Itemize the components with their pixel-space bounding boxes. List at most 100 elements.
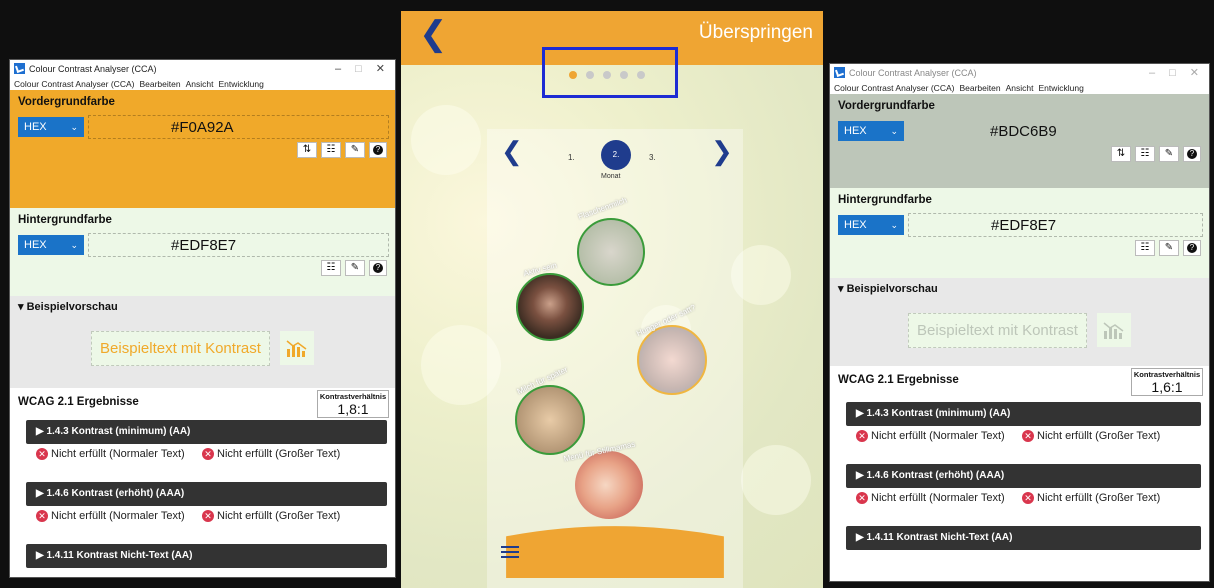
maximize-icon[interactable]: □ [1169, 67, 1176, 79]
highlight-box [542, 47, 678, 98]
section-header-143[interactable]: ▶ 1.4.3 Kontrast (minimum) (AA) [26, 420, 387, 444]
chevron-left-icon[interactable]: ❮ [419, 17, 448, 51]
step-caption: Monat [601, 173, 621, 180]
x-circle-icon: ✕ [202, 510, 214, 522]
menu-bar: Colour Contrast Analyser (CCA) Bearbeite… [830, 81, 1209, 94]
eyedropper-button[interactable]: ✎ [345, 260, 365, 276]
app-icon [14, 63, 25, 74]
topic-bubble-milk[interactable] [515, 385, 585, 455]
topic-bubble-menu[interactable] [575, 451, 643, 519]
minimize-icon[interactable]: – [1149, 67, 1155, 79]
format-select[interactable]: HEX ⌄ [18, 117, 84, 137]
help-icon: ? [1187, 149, 1197, 159]
x-circle-icon: ✕ [1022, 492, 1034, 504]
result-normal-text: ✕ Nicht erfüllt (Normaler Text) [36, 448, 202, 476]
sliders-button[interactable]: ☷ [1135, 240, 1155, 256]
swap-button[interactable]: ⇅ [297, 142, 317, 158]
help-button[interactable]: ? [369, 260, 387, 276]
footer-wave [506, 526, 724, 578]
step-1[interactable]: 1. [568, 153, 575, 162]
result-normal-text: ✕ Nicht erfüllt (Normaler Text) [36, 510, 202, 538]
chart-icon[interactable] [1096, 313, 1131, 347]
maximize-icon[interactable]: □ [355, 63, 362, 75]
menu-bar: Colour Contrast Analyser (CCA) Bearbeite… [10, 77, 395, 90]
background-section: Hintergrundfarbe HEX ⌄ #EDF8E7 ☷ ✎ ? [830, 188, 1209, 278]
menu-item-dev[interactable]: Entwicklung [218, 79, 263, 89]
help-icon: ? [1187, 243, 1197, 253]
section-header-146[interactable]: ▶ 1.4.6 Kontrast (erhöht) (AAA) [26, 482, 387, 506]
format-select[interactable]: HEX ⌄ [18, 235, 84, 255]
help-icon: ? [373, 145, 383, 155]
minimize-icon[interactable]: – [335, 63, 341, 75]
topic-bubble-bottle[interactable] [577, 218, 645, 286]
title-bar: Colour Contrast Analyser (CCA) – □ ✕ [830, 64, 1209, 81]
foreground-hex-input[interactable]: #BDC6B9 [908, 119, 1203, 143]
sliders-button[interactable]: ☷ [1135, 146, 1155, 162]
section-header-1411[interactable]: ▶ 1.4.11 Kontrast Nicht-Text (AA) [26, 544, 387, 568]
sliders-button[interactable]: ☷ [321, 142, 341, 158]
preview-section: ▾ Beispielvorschau Beispieltext mit Kont… [830, 278, 1209, 366]
result-large-text: ✕ Nicht erfüllt (Großer Text) [1022, 430, 1160, 458]
preview-section: ▾ Beispielvorschau Beispieltext mit Kont… [10, 296, 395, 388]
chevron-down-icon: ⌄ [70, 122, 78, 132]
format-select[interactable]: HEX ⌄ [838, 215, 904, 235]
section-header-146[interactable]: ▶ 1.4.6 Kontrast (erhöht) (AAA) [846, 464, 1201, 488]
background-hex-input[interactable]: #EDF8E7 [88, 233, 389, 257]
section-header-1411[interactable]: ▶ 1.4.11 Kontrast Nicht-Text (AA) [846, 526, 1201, 550]
chart-icon[interactable] [279, 331, 314, 365]
close-icon[interactable]: ✕ [1190, 66, 1199, 79]
result-large-text: ✕ Nicht erfüllt (Großer Text) [202, 448, 340, 476]
topic-bubble-hunger[interactable] [637, 325, 707, 395]
skip-button[interactable]: Überspringen [699, 22, 813, 44]
help-button[interactable]: ? [1183, 146, 1201, 162]
ratio-label: Kontrastverhältnis [319, 392, 387, 401]
section-header-143[interactable]: ▶ 1.4.3 Kontrast (minimum) (AA) [846, 402, 1201, 426]
menu-item-app[interactable]: Colour Contrast Analyser (CCA) [834, 83, 954, 93]
help-button[interactable]: ? [369, 142, 387, 158]
x-circle-icon: ✕ [36, 448, 48, 460]
menu-item-app[interactable]: Colour Contrast Analyser (CCA) [14, 79, 134, 89]
prev-month-icon[interactable]: ❮ [501, 136, 523, 167]
ratio-value: 1,8:1 [337, 401, 369, 417]
menu-item-dev[interactable]: Entwicklung [1038, 83, 1083, 93]
ratio-label: Kontrastverhältnis [1133, 370, 1201, 379]
result-normal-text: ✕ Nicht erfüllt (Normaler Text) [856, 492, 1022, 520]
help-button[interactable]: ? [1183, 240, 1201, 256]
background-hex-input[interactable]: #EDF8E7 [908, 213, 1203, 237]
menu-item-edit[interactable]: Bearbeiten [959, 83, 1000, 93]
next-month-icon[interactable]: ❯ [711, 136, 733, 167]
sample-text: Beispieltext mit Kontrast [91, 330, 270, 366]
preview-label[interactable]: ▾ Beispielvorschau [838, 282, 1201, 298]
chevron-down-icon: ⌄ [890, 220, 898, 230]
eyedropper-button[interactable]: ✎ [1159, 240, 1179, 256]
menu-item-view[interactable]: Ansicht [1006, 83, 1034, 93]
menu-item-edit[interactable]: Bearbeiten [139, 79, 180, 89]
eyedropper-icon: ✎ [1164, 242, 1174, 253]
menu-item-view[interactable]: Ansicht [186, 79, 214, 89]
ratio-value: 1,6:1 [1151, 379, 1183, 395]
swap-button[interactable]: ⇅ [1111, 146, 1131, 162]
format-select[interactable]: HEX ⌄ [838, 121, 904, 141]
step-3[interactable]: 3. [649, 153, 656, 162]
close-icon[interactable]: ✕ [376, 62, 385, 75]
x-circle-icon: ✕ [36, 510, 48, 522]
eyedropper-button[interactable]: ✎ [345, 142, 365, 158]
wcag-section: WCAG 2.1 Ergebnisse Kontrastverhältnis 1… [10, 388, 395, 418]
swap-icon: ⇅ [1116, 148, 1126, 159]
foreground-hex-input[interactable]: #F0A92A [88, 115, 389, 139]
topic-bubble-active[interactable] [516, 273, 584, 341]
sliders-button[interactable]: ☷ [321, 260, 341, 276]
eyedropper-icon: ✎ [350, 262, 360, 273]
menu-icon[interactable] [501, 546, 519, 561]
chevron-down-icon: ⌄ [890, 126, 898, 136]
foreground-section: Vordergrundfarbe HEX ⌄ #F0A92A ⇅ ☷ ✎ ? [10, 90, 395, 208]
background-section: Hintergrundfarbe HEX ⌄ #EDF8E7 ☷ ✎ ? [10, 208, 395, 296]
sliders-icon: ☷ [326, 262, 336, 273]
x-circle-icon: ✕ [1022, 430, 1034, 442]
preview-label[interactable]: ▾ Beispielvorschau [18, 300, 387, 316]
cca-window-left: Colour Contrast Analyser (CCA) – □ ✕ Colou… [9, 59, 396, 578]
sliders-icon: ☷ [1140, 242, 1150, 253]
step-2-active[interactable]: 2. [601, 140, 631, 170]
foreground-label: Vordergrundfarbe [18, 96, 115, 108]
eyedropper-button[interactable]: ✎ [1159, 146, 1179, 162]
